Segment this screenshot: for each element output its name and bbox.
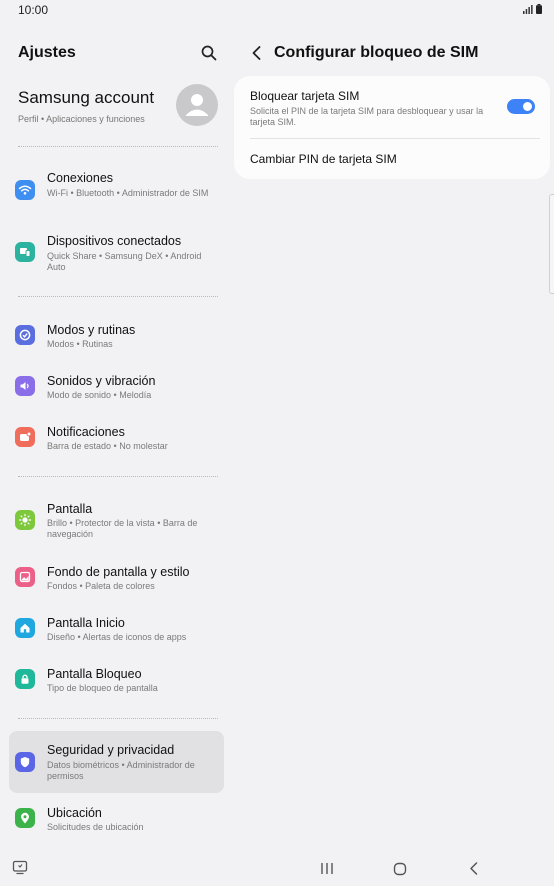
item-subtitle: Barra de estado • No molestar [47, 441, 168, 451]
back-arrow-icon[interactable] [250, 44, 264, 62]
item-title: Notificaciones [47, 425, 125, 439]
divider [18, 146, 218, 147]
item-title: Modos y rutinas [47, 323, 136, 337]
lock-sim-title: Bloquear tarjeta SIM [250, 89, 360, 103]
item-title: Fondo de pantalla y estilo [47, 565, 190, 579]
item-subtitle: Quick Share • Samsung DeX • Android Auto [47, 251, 202, 272]
sim-lock-title: Configurar bloqueo de SIM [274, 44, 479, 61]
toggle-knob [521, 100, 534, 113]
item-subtitle: Wi-Fi • Bluetooth • Administrador de SIM [47, 188, 209, 198]
settings-item-conexiones[interactable]: Conexiones Wi-Fi • Bluetooth • Administr… [9, 167, 224, 217]
search-icon[interactable] [200, 44, 218, 62]
divider [18, 476, 218, 477]
item-subtitle: Modos • Rutinas [47, 339, 113, 349]
item-title: Pantalla [47, 502, 93, 516]
settings-item-pantalla[interactable]: Pantalla Brillo • Protector de la vista … [9, 497, 224, 547]
avatar[interactable] [176, 84, 218, 126]
divider [18, 296, 218, 297]
settings-item-pantalla-bloqueo[interactable]: Pantalla Bloqueo Tipo de bloqueo de pant… [9, 662, 224, 700]
divider [18, 718, 218, 719]
item-subtitle: Modo de sonido • Melodía [47, 390, 152, 400]
edge-panel-handle[interactable] [549, 194, 554, 294]
location-icon [15, 808, 35, 828]
item-subtitle: Fondos • Paleta de colores [47, 581, 155, 591]
samsung-account[interactable]: Samsung account Perfil • Aplicaciones y … [18, 88, 154, 124]
account-title: Samsung account [18, 88, 155, 107]
home-screen-icon [15, 618, 35, 638]
settings-pane: Ajustes Samsung account Perfil • Aplicac… [0, 0, 232, 850]
item-subtitle: Diseño • Alertas de iconos de apps [47, 632, 187, 642]
item-title: Pantalla Bloqueo [47, 667, 142, 681]
settings-item-notificaciones[interactable]: Notificaciones Barra de estado • No mole… [9, 420, 224, 458]
item-title: Dispositivos conectados [47, 234, 182, 248]
item-subtitle: Tipo de bloqueo de pantalla [47, 683, 158, 693]
notifications-icon [15, 427, 35, 447]
wallpaper-icon [15, 567, 35, 587]
settings-item-seguridad[interactable]: Seguridad y privacidad Datos biométricos… [9, 731, 224, 793]
lock-sim-description: Solicita el PIN de la tarjeta SIM para d… [250, 106, 484, 127]
item-subtitle: Solicitudes de ubicación [47, 822, 144, 832]
navigation-bar [0, 850, 554, 886]
taskbar-toggle-icon[interactable] [12, 860, 28, 875]
back-icon[interactable] [468, 861, 480, 876]
item-title: Sonidos y vibración [47, 374, 156, 388]
item-title: Conexiones [47, 171, 114, 185]
recent-apps-icon[interactable] [320, 862, 334, 875]
sound-icon [15, 376, 35, 396]
display-icon [15, 510, 35, 530]
sim-lock-card: Bloquear tarjeta SIM Solicita el PIN de … [234, 76, 550, 179]
person-icon [186, 94, 208, 116]
settings-item-ubicacion[interactable]: Ubicación Solicitudes de ubicación [9, 801, 224, 839]
signal-icon [523, 5, 533, 14]
settings-item-fondo[interactable]: Fondo de pantalla y estilo Fondos • Pale… [9, 560, 224, 598]
change-sim-pin-row[interactable]: Cambiar PIN de tarjeta SIM [250, 152, 397, 166]
security-icon [15, 752, 35, 772]
settings-item-sonidos[interactable]: Sonidos y vibración Modo de sonido • Mel… [9, 369, 224, 407]
item-subtitle: Datos biométricos • Administrador de per… [47, 760, 195, 781]
wifi-icon [15, 180, 35, 200]
connected-devices-icon [15, 242, 35, 262]
account-subtitle: Perfil • Aplicaciones y funciones [18, 114, 145, 124]
item-title: Pantalla Inicio [47, 616, 125, 630]
item-title: Seguridad y privacidad [47, 743, 175, 757]
settings-item-modos-y-rutinas[interactable]: Modos y rutinas Modos • Rutinas [9, 318, 224, 356]
settings-item-pantalla-inicio[interactable]: Pantalla Inicio Diseño • Alertas de icon… [9, 611, 224, 649]
lock-screen-icon [15, 669, 35, 689]
lock-sim-toggle[interactable] [507, 99, 535, 114]
system-icons [523, 4, 542, 14]
home-icon[interactable] [393, 862, 407, 876]
page-title: Ajustes [18, 44, 76, 61]
item-subtitle: Brillo • Protector de la vista • Barra d… [47, 518, 198, 539]
modes-icon [15, 325, 35, 345]
settings-item-dispositivos-conectados[interactable]: Dispositivos conectados Quick Share • Sa… [9, 229, 224, 279]
battery-icon [536, 4, 542, 14]
divider [250, 138, 540, 139]
item-title: Ubicación [47, 806, 102, 820]
